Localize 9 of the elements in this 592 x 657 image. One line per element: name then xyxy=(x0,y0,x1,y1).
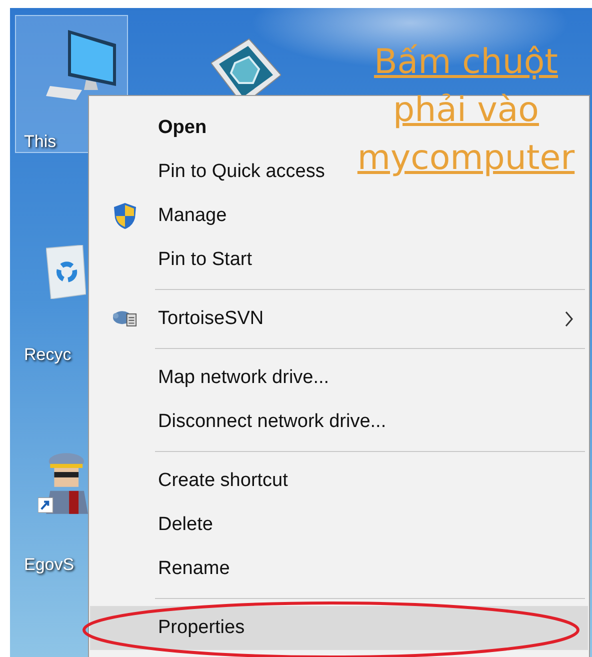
icon-label: Recyc xyxy=(24,345,72,365)
icon-label: EgovS xyxy=(24,555,74,575)
menu-item[interactable]: Pin to Quick access xyxy=(90,150,329,194)
annotation-text: Bấm chuột phải vào mycomputer xyxy=(356,41,576,180)
menu-item[interactable]: Properties xyxy=(90,606,588,650)
monitor-icon xyxy=(46,30,116,100)
recycle-bin-icon xyxy=(46,245,86,299)
icon-label: This xyxy=(24,132,56,152)
shield-icon xyxy=(113,202,137,230)
